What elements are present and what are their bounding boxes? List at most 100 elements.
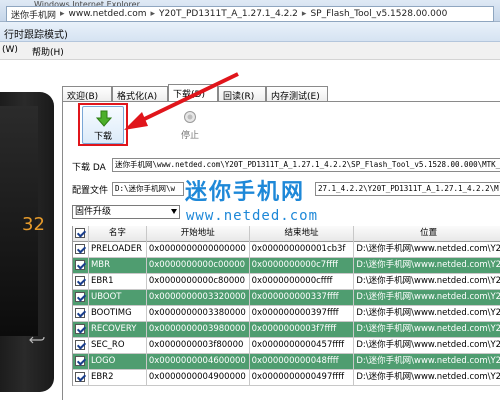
menu-window[interactable]: (W) (2, 45, 18, 55)
row-checkbox[interactable] (73, 258, 89, 274)
end-address: 0x000000000001cb3f (250, 242, 355, 258)
chevron-right-icon: ▸ (301, 9, 307, 19)
chevron-down-icon (171, 209, 177, 214)
checkbox-checked-icon (75, 324, 85, 334)
file-location: D:\迷你手机网\www.netded.com\Y20T (354, 370, 500, 386)
start-address: 0x0000000003980000 (147, 322, 250, 338)
checkbox-checked-icon (75, 340, 85, 350)
crumb-2[interactable]: www.netded.com (69, 9, 147, 19)
checkbox-checked-icon (75, 244, 85, 254)
partition-name: UBOOT (89, 290, 147, 306)
table-row[interactable]: EBR2 0x0000000004900000 0x0000000000497fff… (73, 370, 500, 386)
tab-welcome[interactable]: 欢迎(B) (62, 86, 112, 102)
chevron-right-icon: ▸ (60, 9, 65, 19)
header-start[interactable]: 开始地址 (147, 226, 250, 242)
checkbox-checked-icon (75, 308, 85, 318)
start-address: 0x0000000004600000 (147, 354, 250, 370)
row-checkbox[interactable] (73, 274, 89, 290)
scatter-path-field[interactable]: D:\迷你手机网\w (112, 182, 184, 196)
start-address: 0x0000000003320000 (147, 290, 250, 306)
annotation-arrow (124, 72, 239, 130)
header-name[interactable]: 名字 (89, 226, 147, 242)
row-checkbox[interactable] (73, 338, 89, 354)
file-location: D:\迷你手机网\www.netded.com\Y20T (354, 338, 500, 354)
scatter-label: 配置文件 (72, 186, 109, 196)
start-address: 0x0000000000c80000 (147, 274, 250, 290)
row-checkbox[interactable] (73, 354, 89, 370)
start-address: 0x0000000003f80000 (147, 338, 250, 354)
partition-name: PRELOADER (89, 242, 147, 258)
mode-select-value: 固件升级 (75, 207, 112, 217)
table-row[interactable]: BOOTIMG 0x0000000003380000 0x000000000397f… (73, 306, 500, 322)
address-bar: Windows Internet Explorer 迷你手机网 ▸ www.ne… (0, 0, 500, 22)
partition-name: SEC_RO (89, 338, 147, 354)
back-icon (29, 336, 45, 344)
chevron-right-icon: ▸ (150, 9, 156, 19)
watermark-url: www.netded.com (186, 208, 319, 224)
start-address: 0x0000000004900000 (147, 370, 250, 386)
crumb-4[interactable]: SP_Flash_Tool_v5.1528.00.000 (310, 9, 447, 19)
end-address: 0x000000000337ffff (250, 290, 355, 306)
phone-image (0, 92, 54, 392)
crumb-1[interactable]: 迷你手机网 (11, 8, 56, 21)
start-address: 0x0000000000c00000 (147, 258, 250, 274)
checkbox-checked-icon (75, 260, 85, 270)
table-row[interactable]: SEC_RO 0x0000000003f80000 0x0000000000457f… (73, 338, 500, 354)
start-address: 0x0000000003380000 (147, 306, 250, 322)
table-row[interactable]: PRELOADER 0x0000000000000000 0x00000000000… (73, 242, 500, 258)
file-location: D:\迷你手机网\www.netded.com\Y20T (354, 322, 500, 338)
end-address: 0x0000000000457ffff (250, 338, 355, 354)
file-location: D:\迷你手机网\www.netded.com\Y20T (354, 290, 500, 306)
scatter-path-field-tail[interactable]: 27.1_4.2.2\Y20T_PD1311T_A_1.27.1_4.2.2\M (315, 182, 500, 196)
partition-name: RECOVERY (89, 322, 147, 338)
row-checkbox[interactable] (73, 306, 89, 322)
end-address: 0x0000000000c7ffff (250, 258, 355, 274)
checkbox-checked-icon (75, 228, 86, 238)
watermark-brand: 迷你手机网 (185, 180, 306, 205)
row-checkbox[interactable] (73, 322, 89, 338)
file-location: D:\迷你手机网\www.netded.com\Y20T (354, 354, 500, 370)
checkbox-checked-icon (75, 276, 85, 286)
crumb-3[interactable]: Y20T_PD1311T_A_1.27.1_4.2.2 (159, 9, 298, 19)
partition-name: BOOTIMG (89, 306, 147, 322)
da-label: 下载 DA (72, 163, 106, 173)
header-end[interactable]: 结束地址 (250, 226, 355, 242)
end-address: 0x0000000000cffff (250, 274, 355, 290)
table-row[interactable]: RECOVERY 0x0000000003980000 0x0000000003f7… (73, 322, 500, 338)
row-checkbox[interactable] (73, 370, 89, 386)
window-title: 行时跟踪模式) (4, 30, 68, 41)
mode-select[interactable]: 固件升级 (72, 205, 180, 219)
row-checkbox[interactable] (73, 242, 89, 258)
partition-name: LOGO (89, 354, 147, 370)
menu-help[interactable]: 帮助(H) (32, 45, 64, 58)
partition-table: 名字 开始地址 结束地址 位置 PRELOADER 0x0000000000000… (72, 226, 500, 386)
header-checkbox[interactable] (73, 226, 89, 242)
file-location: D:\迷你手机网\www.netded.com\Y20T (354, 274, 500, 290)
partition-name: EBR1 (89, 274, 147, 290)
menu-bar: (W) 帮助(H) (0, 42, 500, 60)
table-row[interactable]: MBR 0x0000000000c00000 0x0000000000c7ffff D… (73, 258, 500, 274)
table-row[interactable]: LOGO 0x0000000004600000 0x000000000048ffff… (73, 354, 500, 370)
table-row[interactable]: UBOOT 0x0000000003320000 0x000000000337fff… (73, 290, 500, 306)
end-address: 0x0000000003f7ffff (250, 322, 355, 338)
file-location: D:\迷你手机网\www.netded.com\Y20T (354, 306, 500, 322)
end-address: 0x0000000000497ffff (250, 370, 355, 386)
window-titlebar: 行时跟踪模式) (0, 22, 500, 42)
partition-name: EBR2 (89, 370, 147, 386)
row-checkbox[interactable] (73, 290, 89, 306)
checkbox-checked-icon (75, 356, 85, 366)
start-address: 0x0000000000000000 (147, 242, 250, 258)
da-path-field[interactable]: 迷你手机网\www.netded.com\Y20T_PD1311T_A_1.27… (112, 158, 500, 172)
phone-clock: 32 (22, 214, 45, 235)
partition-name: MBR (89, 258, 147, 274)
table-row[interactable]: EBR1 0x0000000000c80000 0x0000000000cffff D… (73, 274, 500, 290)
end-address: 0x000000000397ffff (250, 306, 355, 322)
tab-memory-test[interactable]: 内存测试(E) (266, 86, 328, 102)
checkbox-checked-icon (75, 292, 85, 302)
table-header: 名字 开始地址 结束地址 位置 (73, 226, 500, 242)
checkbox-checked-icon (75, 372, 85, 382)
header-location[interactable]: 位置 (354, 226, 500, 242)
file-location: D:\迷你手机网\www.netded.com\Y20T (354, 258, 500, 274)
file-location: D:\迷你手机网\www.netded.com\Y20T (354, 242, 500, 258)
breadcrumb[interactable]: 迷你手机网 ▸ www.netded.com ▸ Y20T_PD1311T_A_… (6, 6, 494, 22)
